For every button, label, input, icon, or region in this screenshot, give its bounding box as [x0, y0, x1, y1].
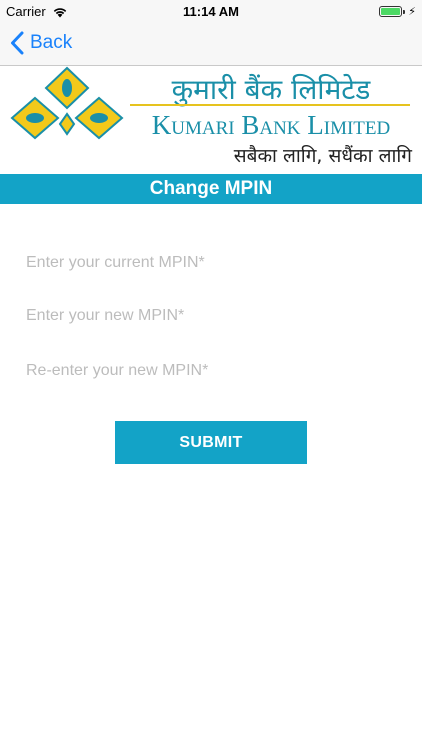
navigation-bar: Back: [0, 22, 422, 66]
reenter-new-mpin-input[interactable]: [26, 354, 396, 388]
page-title: Change MPIN: [0, 174, 422, 204]
status-bar: Carrier 11:14 AM ⚡: [0, 0, 422, 22]
bank-name-nepali: कुमारी बैंक लिमिटेड: [171, 73, 371, 106]
back-button[interactable]: Back: [10, 31, 72, 55]
chevron-left-icon: [11, 31, 24, 55]
charging-bolt-icon: ⚡: [408, 6, 416, 18]
battery-icon: [379, 6, 403, 17]
back-label: Back: [30, 32, 73, 53]
submit-button[interactable]: SUBMIT: [115, 421, 307, 464]
current-mpin-input[interactable]: [26, 246, 396, 280]
kumari-bank-logo-icon: [10, 66, 124, 140]
bank-tagline: सबैका लागि, सधैंका लागि: [233, 145, 412, 167]
new-mpin-input[interactable]: [26, 299, 396, 333]
battery-indicator: ⚡: [379, 5, 416, 18]
bank-name-english: Kumari Bank Limited: [151, 110, 391, 140]
status-time: 11:14 AM: [183, 4, 239, 19]
kumari-bank-logo-banner: कुमारी बैंक लिमिटेड Kumari Bank Limited …: [0, 66, 422, 174]
change-mpin-screen: Carrier 11:14 AM ⚡ Back कुमारी बैंक लिमि…: [0, 0, 422, 750]
logo-divider: [130, 104, 410, 106]
